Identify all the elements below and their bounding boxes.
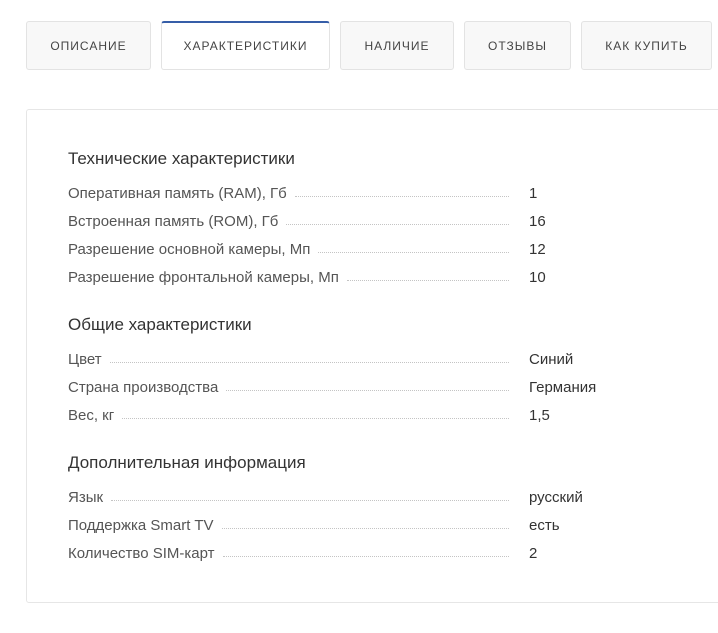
spec-value: Германия xyxy=(529,378,597,396)
spec-value: 16 xyxy=(529,212,546,230)
spec-row: Разрешение основной камеры, Мп 12 xyxy=(68,239,623,259)
group-title-general: Общие характеристики xyxy=(68,315,252,334)
dotted-leader xyxy=(221,527,509,529)
spec-name: Язык xyxy=(68,489,529,506)
spec-name-label: Встроенная память (ROM), Гб xyxy=(68,212,279,230)
spec-value: Синий xyxy=(529,350,574,368)
spec-name-label: Вес, кг xyxy=(68,406,115,424)
dotted-leader xyxy=(286,223,509,225)
spec-row: Разрешение фронтальной камеры, Мп 10 xyxy=(68,267,623,287)
spec-value: 12 xyxy=(529,240,546,258)
specifications-panel: Технические характеристики Оперативная п… xyxy=(26,109,718,603)
spec-row: Встроенная память (ROM), Гб 16 xyxy=(68,211,623,231)
spec-value: русский xyxy=(529,488,583,506)
group-title-additional: Дополнительная информация xyxy=(68,453,306,472)
spec-value: есть xyxy=(529,516,560,534)
spec-value: 1,5 xyxy=(529,406,550,424)
spec-row: Оперативная память (RAM), Гб 1 xyxy=(68,183,623,203)
spec-name: Цвет xyxy=(68,351,529,368)
spec-name-label: Разрешение основной камеры, Мп xyxy=(68,240,311,258)
tab-how-to-buy[interactable]: Как купить xyxy=(581,21,712,70)
group-title-technical: Технические характеристики xyxy=(68,149,295,168)
spec-name: Разрешение основной камеры, Мп xyxy=(68,241,529,258)
spec-value: 2 xyxy=(529,544,538,562)
spec-name-label: Оперативная память (RAM), Гб xyxy=(68,184,287,202)
dotted-leader xyxy=(109,361,509,363)
tab-availability[interactable]: Наличие xyxy=(340,21,454,70)
dotted-leader xyxy=(222,555,509,557)
dotted-leader xyxy=(346,279,509,281)
tab-description[interactable]: Описание xyxy=(26,21,151,70)
spec-name: Оперативная память (RAM), Гб xyxy=(68,185,529,202)
spec-name-label: Язык xyxy=(68,488,104,506)
spec-value: 1 xyxy=(529,184,538,202)
dotted-leader xyxy=(122,417,509,419)
spec-row: Вес, кг 1,5 xyxy=(68,405,623,425)
spec-row: Количество SIM-карт 2 xyxy=(68,543,623,563)
spec-name-label: Страна производства xyxy=(68,378,219,396)
spec-name: Вес, кг xyxy=(68,407,529,424)
tabs-bar: Описание Характеристики Наличие Отзывы К… xyxy=(26,21,712,70)
tab-specifications[interactable]: Характеристики xyxy=(161,21,330,70)
spec-name-label: Разрешение фронтальной камеры, Мп xyxy=(68,268,339,286)
spec-name: Встроенная память (ROM), Гб xyxy=(68,213,529,230)
spec-name-label: Цвет xyxy=(68,350,102,368)
tab-reviews[interactable]: Отзывы xyxy=(464,21,571,70)
spec-name-label: Поддержка Smart TV xyxy=(68,516,214,534)
spec-row: Страна производства Германия xyxy=(68,377,623,397)
spec-name: Количество SIM-карт xyxy=(68,545,529,562)
spec-name: Страна производства xyxy=(68,379,529,396)
spec-value: 10 xyxy=(529,268,546,286)
dotted-leader xyxy=(294,195,509,197)
spec-name: Разрешение фронтальной камеры, Мп xyxy=(68,269,529,286)
dotted-leader xyxy=(318,251,509,253)
spec-row: Поддержка Smart TV есть xyxy=(68,515,623,535)
spec-row: Цвет Синий xyxy=(68,349,623,369)
dotted-leader xyxy=(226,389,509,391)
dotted-leader xyxy=(111,499,509,501)
spec-name: Поддержка Smart TV xyxy=(68,517,529,534)
spec-name-label: Количество SIM-карт xyxy=(68,544,215,562)
spec-row: Язык русский xyxy=(68,487,623,507)
